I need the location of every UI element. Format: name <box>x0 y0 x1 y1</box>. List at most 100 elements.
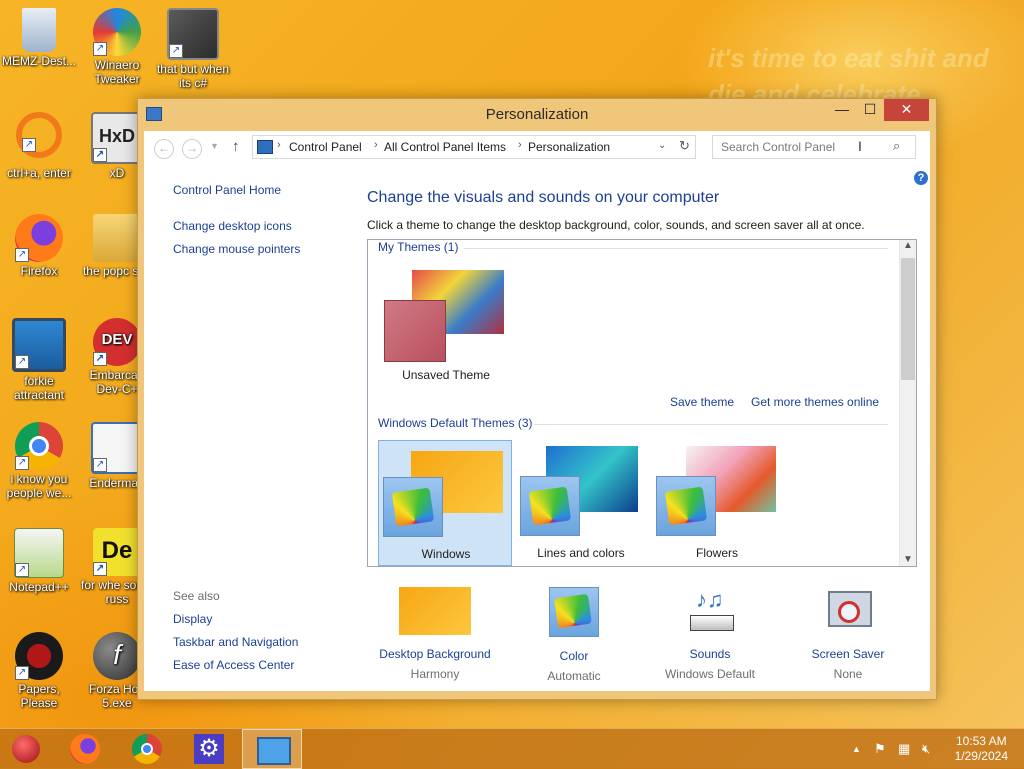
search-input[interactable]: Search Control Panel <box>721 140 835 154</box>
setting-label: Sounds <box>689 647 731 661</box>
close-button[interactable]: ✕ <box>884 99 929 121</box>
desktop-icon-firefox[interactable]: ↗ Firefox <box>0 214 78 278</box>
wallpaper-thumbnail <box>399 587 471 635</box>
shortcut-arrow-icon: ↗ <box>93 42 107 56</box>
breadcrumb-personalization[interactable]: Personalization <box>528 140 610 154</box>
color-palette-icon <box>656 476 716 536</box>
address-box[interactable]: › Control Panel › All Control Panel Item… <box>252 135 696 159</box>
breadcrumb-all-items[interactable]: All Control Panel Items <box>384 140 506 154</box>
shortcut-arrow-icon: ↗ <box>15 248 29 262</box>
sounds-setting[interactable]: ♪♫ Sounds Windows Default <box>656 587 764 681</box>
shortcut-arrow-icon: ↗ <box>169 44 183 58</box>
desktop-icon-label: Winaero Tweaker <box>94 58 140 86</box>
save-theme-link[interactable]: Save theme <box>670 395 734 409</box>
control-panel-icon <box>257 737 291 765</box>
color-setting[interactable]: Color Automatic <box>529 587 619 683</box>
shortcut-arrow-icon: ↗ <box>93 458 107 472</box>
desktop-icon-notepadpp[interactable]: ↗ Notepad++ <box>0 528 78 594</box>
clock-time: 10:53 AM <box>955 734 1007 748</box>
desktop-icon-memz[interactable]: MEMZ-Dest... <box>0 8 78 68</box>
theme-windows[interactable]: Windows <box>378 440 512 566</box>
sidebar-change-desktop-icons[interactable]: Change desktop icons <box>173 219 292 233</box>
desktop-icon-label: Notepad++ <box>9 580 69 594</box>
taskbar-control-panel[interactable] <box>242 729 302 769</box>
back-button[interactable]: ← <box>154 139 174 159</box>
firefox-icon <box>70 734 100 764</box>
breadcrumb-control-panel[interactable]: Control Panel <box>289 140 362 154</box>
theme-flowers[interactable]: Flowers <box>650 440 784 566</box>
start-button[interactable] <box>0 729 60 769</box>
desktop-icon-winaero[interactable]: ↗ Winaero Tweaker <box>78 8 156 86</box>
clock[interactable]: 10:53 AM 1/29/2024 <box>955 734 1008 764</box>
taskbar: ⚙ ▲ ⚑ ▦ 🔇︎ 10:53 AM 1/29/2024 <box>0 728 1024 769</box>
personalization-window[interactable]: Personalization — ☐ ✕ ← → ▼ ↑ › Control … <box>137 98 937 700</box>
theme-name: Lines and colors <box>537 546 625 560</box>
see-also-ease-of-access[interactable]: Ease of Access Center <box>173 658 294 672</box>
search-box[interactable]: Search Control Panel I ⌕ <box>712 135 916 159</box>
taskbar-chrome[interactable] <box>118 729 178 769</box>
see-also-title: See also <box>173 589 220 603</box>
refresh-icon[interactable]: ↻ <box>679 138 690 154</box>
firefox-icon: ↗ <box>15 214 63 262</box>
breadcrumb-separator-icon: › <box>374 139 378 151</box>
sidebar-control-panel-home[interactable]: Control Panel Home <box>173 183 281 197</box>
desktop-icon-chrome[interactable]: ↗ i know you people we... <box>0 422 78 500</box>
sidebar-change-mouse-pointers[interactable]: Change mouse pointers <box>173 242 300 256</box>
scroll-up-arrow-icon[interactable]: ▲ <box>903 240 913 251</box>
folder-icon <box>93 214 141 262</box>
gear-icon: ⚙ <box>194 734 224 764</box>
minimize-button[interactable]: — <box>828 99 856 121</box>
setting-label: Color <box>559 649 589 663</box>
control-panel-icon <box>257 140 273 154</box>
desktop-icon-ctrl-a[interactable]: ↗ ctrl+a, enter <box>0 112 78 180</box>
winaero-icon: ↗ <box>93 8 141 56</box>
maximize-button[interactable]: ☐ <box>856 99 884 121</box>
theme-lines-and-colors[interactable]: Lines and colors <box>514 440 648 566</box>
color-palette-icon <box>549 587 599 637</box>
get-more-themes-link[interactable]: Get more themes online <box>751 395 879 409</box>
shortcut-arrow-icon: ↗ <box>15 563 29 577</box>
screen-saver-setting[interactable]: Screen Saver None <box>796 587 900 681</box>
show-hidden-icons-icon[interactable]: ▲ <box>852 744 861 754</box>
taskbar-firefox[interactable] <box>56 729 116 769</box>
up-button[interactable]: ↑ <box>232 138 240 155</box>
flag-icon[interactable]: ⚑ <box>874 741 886 757</box>
chrome-icon <box>132 734 162 764</box>
recent-pages-chevron-icon[interactable]: ▼ <box>210 141 219 151</box>
desktop-icon-that-but[interactable]: ↗ that but when its c# <box>154 8 232 90</box>
forward-button[interactable]: → <box>182 139 202 159</box>
monitor-gear-icon: ↗ <box>12 318 66 372</box>
default-themes-header: Windows Default Themes (3) <box>378 416 533 430</box>
taskbar-settings[interactable]: ⚙ <box>180 729 240 769</box>
shortcut-arrow-icon: ↗ <box>15 456 29 470</box>
shortcut-arrow-icon: ↗ <box>93 352 107 366</box>
search-icon[interactable]: ⌕ <box>893 138 900 154</box>
page-heading: Change the visuals and sounds on your co… <box>367 189 720 206</box>
desktop-icon-label: Firefox <box>20 264 58 278</box>
desktop-background-setting[interactable]: Desktop Background Harmony <box>375 587 495 681</box>
flash-icon: f <box>93 632 141 680</box>
desktop-icon-forkie[interactable]: ↗ forkie attractant <box>0 318 78 402</box>
recycle-bin-icon <box>22 8 56 52</box>
shortcut-arrow-icon: ↗ <box>22 138 36 152</box>
stack-icon: ↗ <box>167 8 219 60</box>
devcpp-icon: DEV ↗ <box>93 318 141 366</box>
help-icon[interactable]: ? <box>914 171 928 185</box>
shortcut-arrow-icon: ↗ <box>15 666 29 680</box>
theme-list[interactable]: My Themes (1) Unsaved Theme Save theme G… <box>367 239 917 567</box>
chrome-icon: ↗ <box>15 422 63 470</box>
see-also-display[interactable]: Display <box>173 612 212 626</box>
volume-muted-icon[interactable]: 🔇︎ <box>922 741 930 757</box>
start-orb-icon <box>12 735 40 763</box>
desktop-icon-papers-please[interactable]: ↗ Papers, Please <box>0 632 78 710</box>
scroll-down-arrow-icon[interactable]: ▼ <box>903 554 913 565</box>
theme-list-scrollbar[interactable]: ▲ ▼ <box>899 240 916 566</box>
title-bar[interactable]: Personalization — ☐ ✕ <box>138 99 936 129</box>
see-also-taskbar[interactable]: Taskbar and Navigation <box>173 635 298 649</box>
scrollbar-thumb[interactable] <box>901 258 915 380</box>
network-icon[interactable]: ▦ <box>898 741 910 757</box>
color-palette-icon <box>520 476 580 536</box>
address-dropdown-chevron-icon[interactable]: ⌄ <box>658 140 666 151</box>
breadcrumb-separator-icon: › <box>518 139 522 151</box>
theme-unsaved[interactable]: Unsaved Theme <box>382 270 512 388</box>
